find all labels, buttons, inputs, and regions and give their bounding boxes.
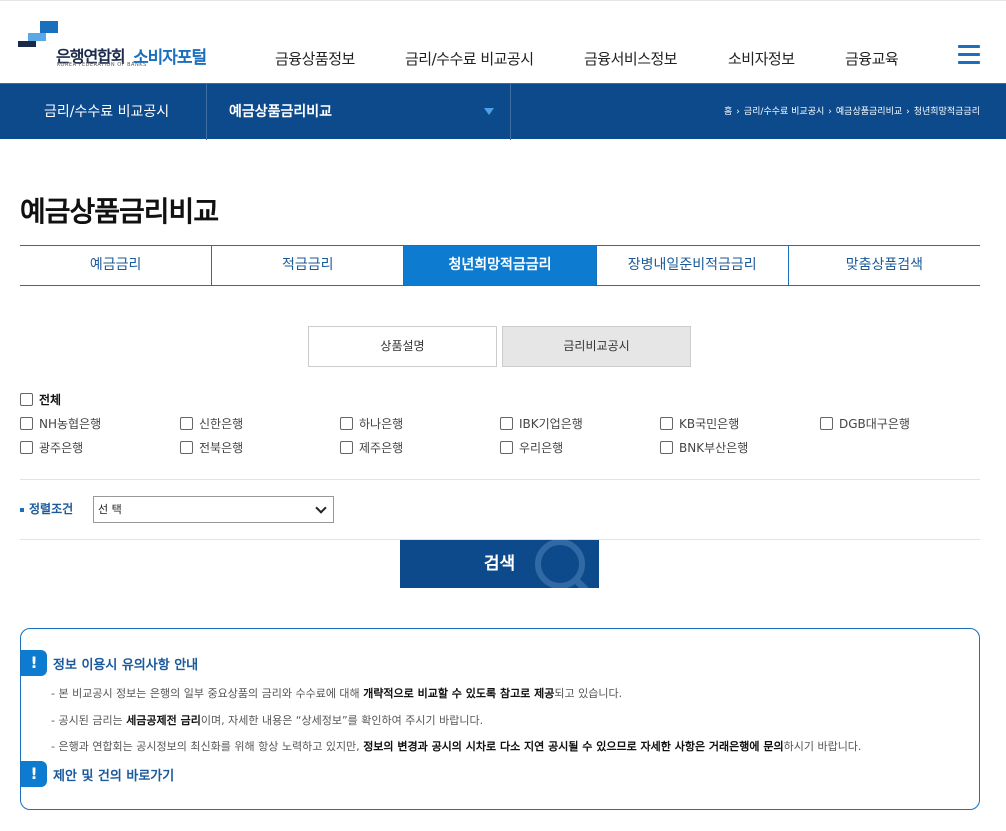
brand-logo[interactable]: 은행연합회 KOREA FEDERATION OF BANKS 소비자포털 (18, 19, 228, 71)
subnav-current-dropdown[interactable]: 예금상품금리비교 (207, 84, 511, 140)
exclamation-icon: ! (21, 761, 47, 787)
checkbox-icon (500, 417, 513, 430)
tab-custom-search[interactable]: 맞춤상품검색 (789, 246, 980, 285)
search-button[interactable]: 검색 (400, 540, 599, 588)
gnb-item-rates[interactable]: 금리/수수료 비교공시 (405, 48, 534, 69)
bank-checkbox[interactable]: DGB대구은행 (820, 415, 910, 432)
checkbox-icon (20, 393, 33, 406)
subnav-current-label: 예금상품금리비교 (229, 104, 333, 120)
notice-title: 정보 이용시 유의사항 안내 (53, 657, 199, 673)
breadcrumb-current: 청년희망적금금리 (913, 107, 980, 117)
breadcrumb-item[interactable]: 금리/수수료 비교공시 (744, 107, 824, 117)
bank-checkbox[interactable]: 제주은행 (340, 439, 403, 456)
menu-icon[interactable] (958, 45, 980, 65)
site-header: 은행연합회 KOREA FEDERATION OF BANKS 소비자포털 금융… (0, 0, 1006, 83)
checkbox-icon (180, 417, 193, 430)
checkbox-icon (20, 417, 33, 430)
search-button-label: 검색 (483, 554, 516, 574)
bank-checkbox[interactable]: 광주은행 (20, 439, 83, 456)
sort-select[interactable]: 선 택 (93, 496, 334, 523)
notice-box: ! 정보 이용시 유의사항 안내 - 본 비교공시 정보는 은행의 일부 중요상… (20, 628, 980, 810)
breadcrumb: 홈 › 금리/수수료 비교공시 › 예금상품금리비교 › 청년희망적금금리 (724, 84, 980, 140)
gnb-item-consumer[interactable]: 소비자정보 (728, 48, 795, 69)
bank-checkbox[interactable]: 전북은행 (180, 439, 243, 456)
chevron-down-icon (315, 502, 327, 514)
tab-youth-hope-savings[interactable]: 청년희망적금금리 (404, 246, 597, 285)
brand-portal: 소비자포털 (133, 48, 207, 68)
notice-line: - 본 비교공시 정보는 은행의 일부 중요상품의 금리와 수수료에 대해 개략… (51, 687, 623, 700)
gnb-item-products[interactable]: 금융상품정보 (275, 48, 355, 69)
chevron-right-icon: › (906, 107, 910, 117)
divider (20, 479, 980, 480)
sort-label: 정렬조건 (20, 500, 73, 517)
notice-line: - 공시된 금리는 세금공제전 금리이며, 자세한 내용은 “상세정보”를 확인… (51, 714, 484, 727)
tab-savings-rate[interactable]: 적금금리 (212, 246, 405, 285)
sub-navigation: 금리/수수료 비교공시 예금상품금리비교 홈 › 금리/수수료 비교공시 › 예금상품금… (0, 83, 1006, 140)
tab-deposit-rate[interactable]: 예금금리 (20, 246, 213, 285)
sort-selected-value: 선 택 (98, 503, 122, 516)
chevron-right-icon: › (736, 107, 740, 117)
breadcrumb-home[interactable]: 홈 (724, 107, 732, 117)
bank-checkbox[interactable]: 하나은행 (340, 415, 403, 432)
caret-down-icon (484, 108, 494, 115)
checkbox-icon (660, 417, 673, 430)
checkbox-icon (340, 441, 353, 454)
checkbox-icon (660, 441, 673, 454)
product-description-button[interactable]: 상품설명 (308, 326, 497, 367)
bank-checkbox[interactable]: 신한은행 (180, 415, 243, 432)
bullet-icon (20, 507, 24, 512)
checkbox-icon (820, 417, 833, 430)
bank-checkbox[interactable]: NH농협은행 (20, 415, 101, 432)
page-title: 예금상품금리비교 (20, 195, 219, 228)
checkbox-icon (340, 417, 353, 430)
notice-heading: ! 정보 이용시 유의사항 안내 (21, 650, 198, 676)
checkbox-icon (20, 441, 33, 454)
gnb-item-services[interactable]: 금융서비스정보 (584, 48, 678, 69)
checkbox-icon (180, 441, 193, 454)
proposal-link[interactable]: ! 제안 및 건의 바로가기 (21, 761, 174, 787)
exclamation-icon: ! (21, 650, 47, 676)
breadcrumb-item[interactable]: 예금상품금리비교 (836, 107, 902, 117)
bank-checkbox[interactable]: 우리은행 (500, 439, 563, 456)
checkbox-icon (500, 441, 513, 454)
gnb-item-education[interactable]: 금융교육 (845, 48, 899, 69)
bank-checkbox[interactable]: KB국민은행 (660, 415, 739, 432)
subnav-section[interactable]: 금리/수수료 비교공시 (0, 84, 207, 140)
rate-comparison-button[interactable]: 금리비교공시 (502, 326, 691, 367)
chevron-right-icon: › (828, 107, 832, 117)
rate-tabs: 예금금리 적금금리 청년희망적금금리 장병내일준비적금금리 맞춤상품검색 (20, 245, 980, 286)
bank-checkbox[interactable]: IBK기업은행 (500, 415, 583, 432)
bank-checkbox-all[interactable]: 전체 (20, 391, 61, 408)
notice-line: - 은행과 연합회는 공시정보의 최신화를 위해 항상 노력하고 있지만, 정보… (51, 740, 862, 753)
proposal-link-title: 제안 및 건의 바로가기 (53, 768, 175, 784)
tab-soldier-savings[interactable]: 장병내일준비적금금리 (597, 246, 789, 285)
magnifier-icon (535, 540, 589, 588)
bank-checkbox[interactable]: BNK부산은행 (660, 439, 748, 456)
